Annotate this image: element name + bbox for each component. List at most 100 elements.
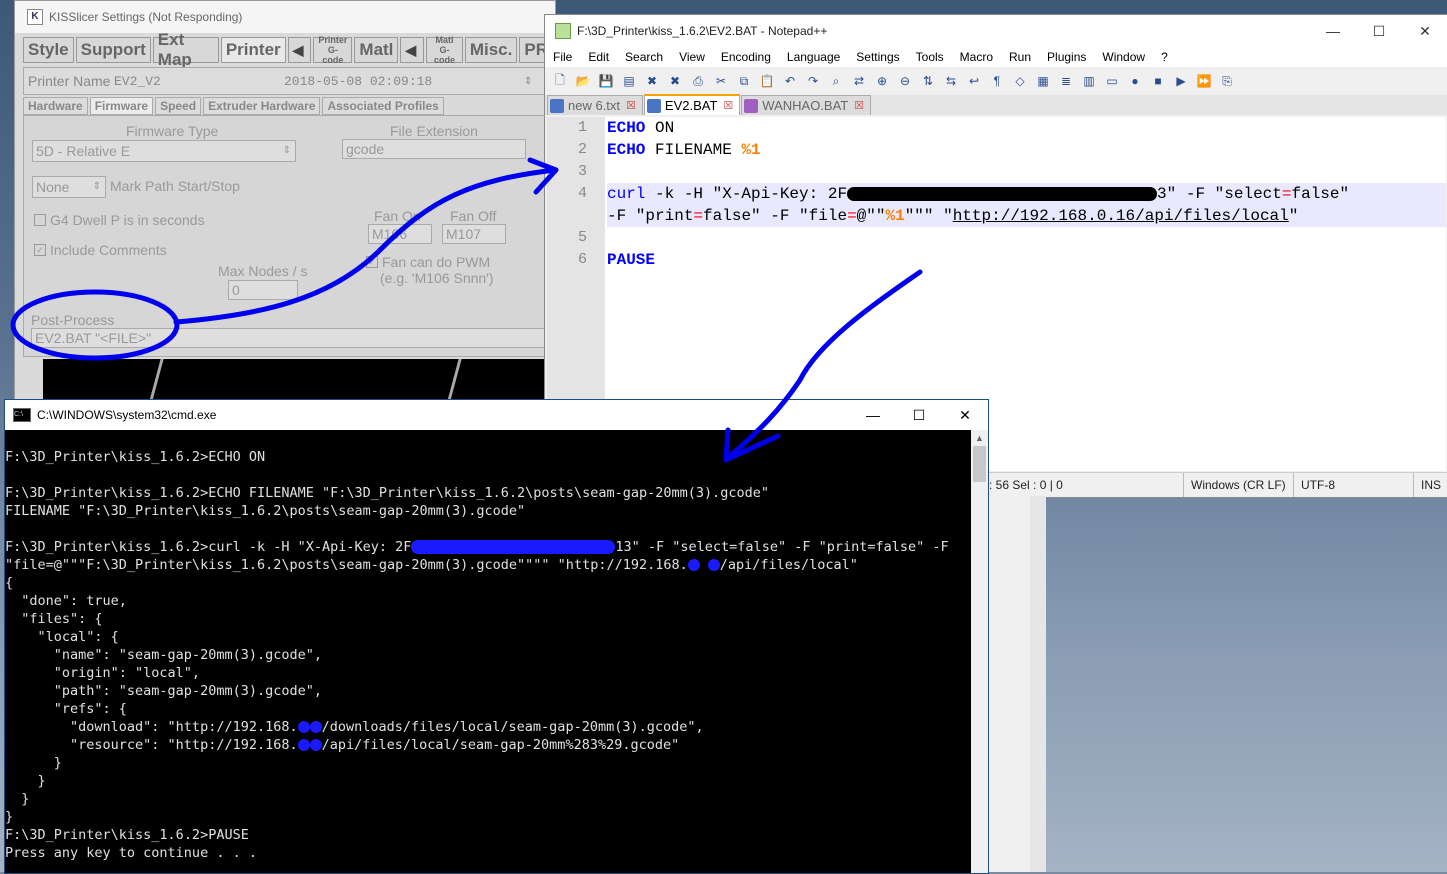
- printer-dropdown-icon[interactable]: ⇕: [524, 76, 532, 87]
- menu-tools[interactable]: Tools: [908, 50, 952, 64]
- file-tab-new6[interactable]: new 6.txt ☒: [547, 95, 643, 115]
- replace-icon[interactable]: ⇄: [850, 72, 868, 90]
- word-wrap-icon[interactable]: ↩: [965, 72, 983, 90]
- notepadpp-titlebar[interactable]: F:\3D_Printer\kiss_1.6.2\EV2.BAT - Notep…: [545, 15, 1447, 47]
- subtab-firmware[interactable]: Firmware: [89, 97, 154, 115]
- scroll-up-icon[interactable]: ▲: [971, 430, 988, 446]
- minimize-icon[interactable]: —: [1310, 15, 1356, 47]
- record-macro-icon[interactable]: ●: [1126, 72, 1144, 90]
- tab-misc[interactable]: Misc.: [464, 37, 518, 63]
- cut-icon[interactable]: ✂: [712, 72, 730, 90]
- fan-off-label: Fan Off: [450, 208, 497, 224]
- tab-close-icon[interactable]: ☒: [854, 99, 864, 112]
- menu-run[interactable]: Run: [1001, 50, 1039, 64]
- zoom-in-icon[interactable]: ⊕: [873, 72, 891, 90]
- kisslicer-3d-viewport[interactable]: [43, 359, 555, 401]
- play-macro-icon[interactable]: ▶: [1172, 72, 1190, 90]
- file-tab-wanhao-bat[interactable]: WANHAO.BAT ☒: [741, 95, 872, 115]
- kisslicer-titlebar[interactable]: K KISSlicer Settings (Not Responding): [15, 1, 555, 33]
- menu-window[interactable]: Window: [1094, 50, 1153, 64]
- menu-macro[interactable]: Macro: [952, 50, 1001, 64]
- kisslicer-app-icon: K: [27, 9, 43, 25]
- close-file-icon[interactable]: ✖: [643, 72, 661, 90]
- run-macro-multiple-icon[interactable]: ⏩: [1195, 72, 1213, 90]
- save-all-icon[interactable]: ▤: [620, 72, 638, 90]
- menu-search[interactable]: Search: [617, 50, 671, 64]
- menu-plugins[interactable]: Plugins: [1039, 50, 1094, 64]
- subtab-associated-profiles[interactable]: Associated Profiles: [322, 97, 444, 115]
- console-output[interactable]: F:\3D_Printer\kiss_1.6.2>ECHO ON F:\3D_P…: [5, 430, 970, 873]
- file-tab-ev2-bat[interactable]: EV2.BAT ☒: [643, 94, 741, 115]
- cmd-titlebar[interactable]: C:\ C:\WINDOWS\system32\cmd.exe — ☐ ✕: [5, 400, 988, 430]
- include-comments-checkbox[interactable]: ✓ Include Comments: [34, 242, 167, 258]
- console-scrollbar[interactable]: ▲: [971, 430, 988, 873]
- new-file-icon[interactable]: 🗋: [551, 72, 569, 90]
- tab-close-icon[interactable]: ☒: [723, 99, 733, 112]
- tab-matl-gcode[interactable]: Matl G-code: [426, 35, 463, 65]
- function-list-icon[interactable]: ≣: [1057, 72, 1075, 90]
- printer-name-value[interactable]: EV2_V2: [114, 74, 284, 89]
- menu-encoding[interactable]: Encoding: [713, 50, 779, 64]
- menu-help[interactable]: ?: [1153, 50, 1176, 64]
- url-link[interactable]: http://192.168.0.16/api/files/local: [953, 207, 1289, 225]
- show-all-chars-icon[interactable]: ¶: [988, 72, 1006, 90]
- copy-icon[interactable]: ⧉: [735, 72, 753, 90]
- tab-ext-map[interactable]: Ext Map: [152, 30, 219, 69]
- close-icon[interactable]: ✕: [942, 400, 988, 430]
- menu-view[interactable]: View: [671, 50, 713, 64]
- doc-map-icon[interactable]: ▦: [1034, 72, 1052, 90]
- redo-icon[interactable]: ↷: [804, 72, 822, 90]
- sync-horizontal-icon[interactable]: ⇆: [942, 72, 960, 90]
- folder-workspace-icon[interactable]: ▥: [1080, 72, 1098, 90]
- paste-icon[interactable]: 📋: [758, 72, 776, 90]
- sync-vertical-icon[interactable]: ⇅: [919, 72, 937, 90]
- g4-dwell-box[interactable]: [34, 214, 46, 226]
- maximize-icon[interactable]: ☐: [1356, 15, 1402, 47]
- find-icon[interactable]: ⌕: [827, 72, 845, 90]
- file-extension-field[interactable]: gcode: [342, 139, 526, 159]
- minimize-icon[interactable]: —: [850, 400, 896, 430]
- tab-left-arrow-icon-2[interactable]: ◀: [400, 37, 425, 63]
- stop-macro-icon[interactable]: ■: [1149, 72, 1167, 90]
- menu-file[interactable]: File: [545, 50, 580, 64]
- open-file-icon[interactable]: 📂: [574, 72, 592, 90]
- tab-support[interactable]: Support: [75, 37, 151, 63]
- monitor-icon[interactable]: ▭: [1103, 72, 1121, 90]
- subtab-speed[interactable]: Speed: [155, 97, 202, 115]
- cmd-app-icon: C:\: [13, 408, 31, 422]
- fan-pwm-checkbox[interactable]: ✓ Fan can do PWM: [366, 254, 490, 270]
- subtab-extruder-hardware[interactable]: Extruder Hardware: [203, 97, 321, 115]
- fan-on-field[interactable]: M106: [368, 224, 432, 244]
- line-number: 5: [577, 229, 587, 246]
- undo-icon[interactable]: ↶: [781, 72, 799, 90]
- tab-left-arrow-icon[interactable]: ◀: [287, 37, 312, 63]
- scrollbar-thumb[interactable]: [973, 446, 986, 482]
- max-nodes-field[interactable]: 0: [228, 280, 298, 300]
- tab-style[interactable]: Style: [23, 37, 74, 63]
- zoom-out-icon[interactable]: ⊖: [896, 72, 914, 90]
- mark-path-select[interactable]: None ⇕: [32, 176, 106, 198]
- maximize-icon[interactable]: ☐: [896, 400, 942, 430]
- scrollbar[interactable]: [1030, 496, 1046, 872]
- tab-matl[interactable]: Matl: [354, 37, 399, 63]
- fan-pwm-box[interactable]: ✓: [366, 256, 378, 268]
- include-comments-box[interactable]: ✓: [34, 244, 46, 256]
- save-macro-icon[interactable]: ⎘: [1218, 72, 1236, 90]
- tab-printer[interactable]: Printer: [220, 37, 286, 63]
- close-icon[interactable]: ✕: [1402, 15, 1447, 47]
- menu-settings[interactable]: Settings: [848, 50, 907, 64]
- firmware-type-select[interactable]: 5D - Relative E ⇕: [32, 140, 296, 162]
- print-icon[interactable]: ⎙: [689, 72, 707, 90]
- subtab-hardware[interactable]: Hardware: [23, 97, 88, 115]
- g4-dwell-checkbox[interactable]: G4 Dwell P is in seconds: [34, 212, 205, 228]
- save-icon[interactable]: 💾: [597, 72, 615, 90]
- tab-printer-gcode[interactable]: Printer G-code: [313, 35, 353, 65]
- close-all-icon[interactable]: ✖: [666, 72, 684, 90]
- indent-guide-icon[interactable]: ◇: [1011, 72, 1029, 90]
- post-process-field[interactable]: EV2.BAT "<FILE>": [31, 328, 547, 348]
- fan-off-field[interactable]: M107: [442, 224, 506, 244]
- tab-close-icon[interactable]: ☒: [626, 99, 636, 112]
- menu-language[interactable]: Language: [779, 50, 848, 64]
- menu-edit[interactable]: Edit: [580, 50, 617, 64]
